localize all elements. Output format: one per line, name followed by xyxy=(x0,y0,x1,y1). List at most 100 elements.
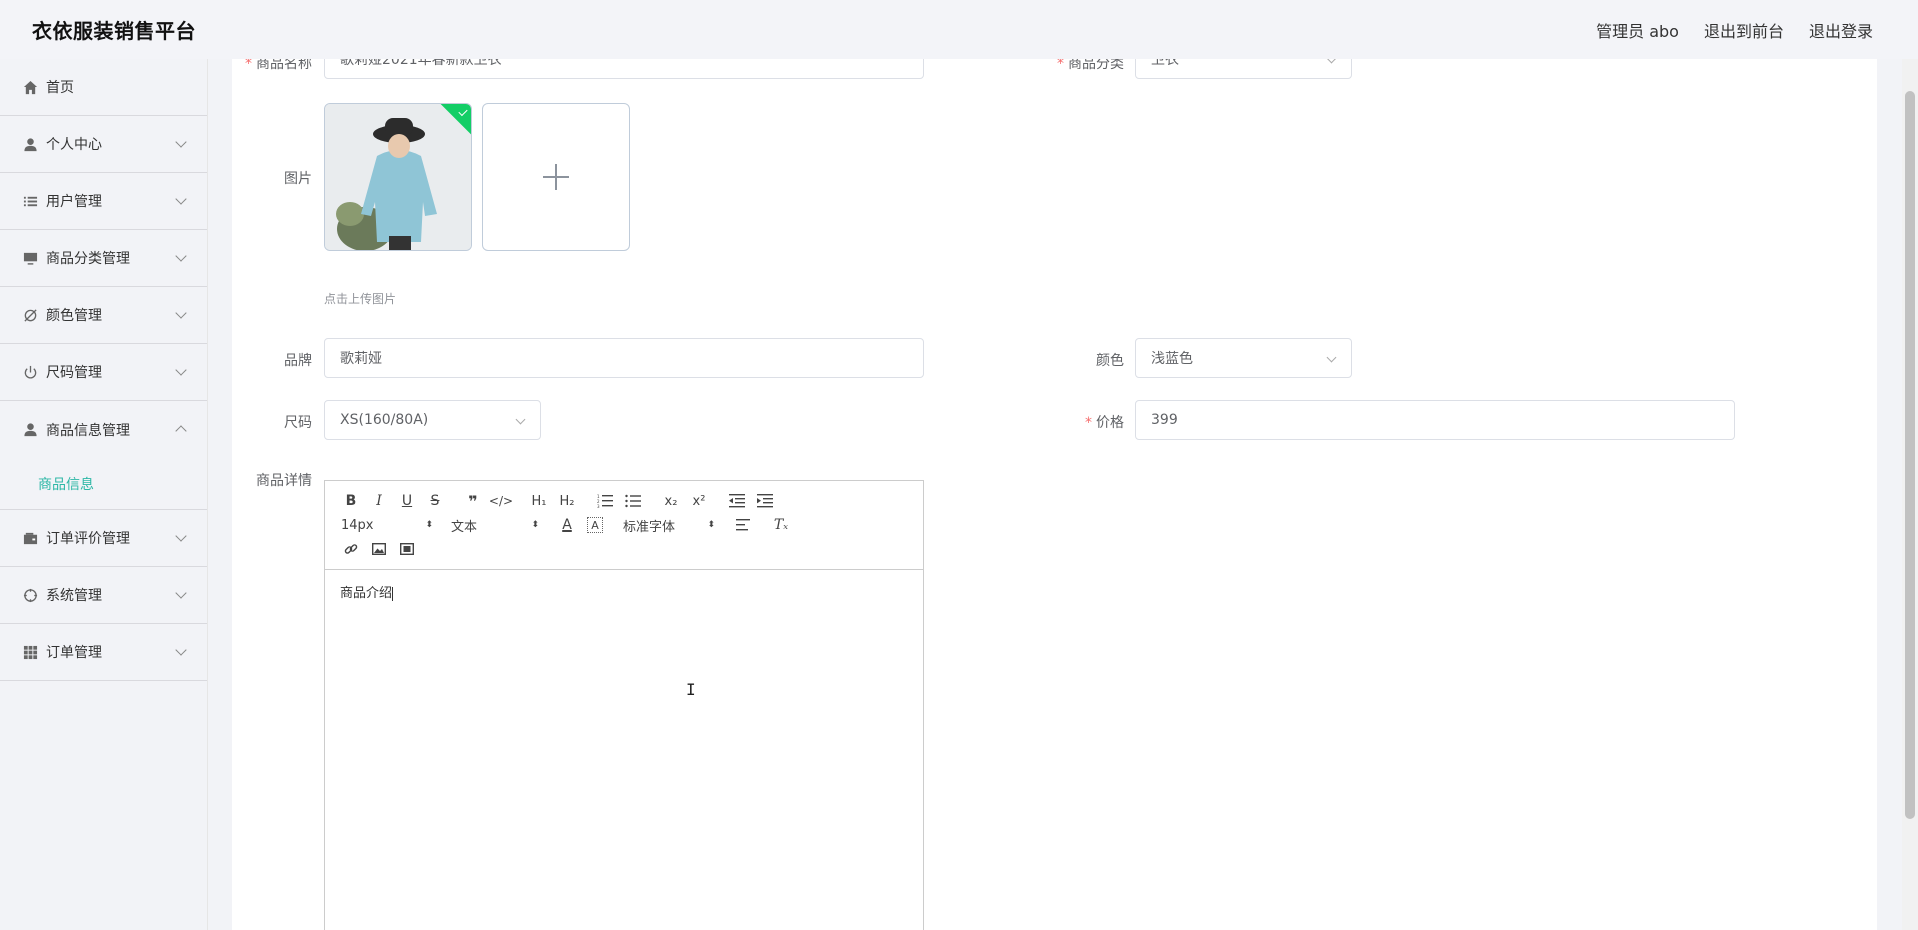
heading2-icon[interactable]: H₂ xyxy=(553,489,581,513)
header-select[interactable]: 文本 ⬍ xyxy=(447,513,543,537)
italic-icon[interactable]: I xyxy=(365,489,393,513)
plus-icon xyxy=(543,164,569,190)
background-color-icon[interactable]: A xyxy=(587,517,603,533)
detail-label: 商品详情 xyxy=(256,473,312,489)
monitor-icon xyxy=(22,250,38,266)
brand-label: 品牌 xyxy=(284,353,312,369)
updown-icon: ⬍ xyxy=(531,520,539,530)
sidebar-item-color-management[interactable]: 颜色管理 xyxy=(0,287,207,344)
svg-text:3: 3 xyxy=(597,504,600,508)
underline-icon[interactable]: U xyxy=(393,489,421,513)
price-label: * 价格 xyxy=(1085,415,1124,431)
page-scrollbar[interactable] xyxy=(1902,59,1918,930)
sidebar: 首页 个人中心 用户管理 商品分类管理 颜色管理 尺码管理 商品信息管理 商品信… xyxy=(0,59,208,930)
chevron-up-icon xyxy=(175,425,187,437)
link-icon[interactable] xyxy=(337,537,365,561)
bullet-list-icon[interactable] xyxy=(619,489,647,513)
editor-toolbar: B I U S ❞ </> H₁ H₂ 123 x₂ x² 14px ⬍ 文本 … xyxy=(325,481,923,570)
wallet-icon xyxy=(22,530,38,546)
color-select[interactable]: 浅蓝色 xyxy=(1135,338,1352,378)
product-form-card: * 商品名称 歌莉娅2021年春新款卫衣 * 商品分类 卫衣 图片 点击上传图片 品… xyxy=(232,59,1877,930)
chevron-down-icon xyxy=(1326,352,1337,363)
updown-icon: ⬍ xyxy=(707,520,715,530)
chevron-down-icon xyxy=(175,530,187,542)
price-input[interactable]: 399 xyxy=(1135,400,1735,440)
chevron-down-icon xyxy=(515,414,526,425)
product-category-select[interactable]: 卫衣 xyxy=(1135,59,1352,79)
chevron-down-icon xyxy=(175,307,187,319)
image-upload-button[interactable] xyxy=(482,103,630,251)
sidebar-item-home[interactable]: 首页 xyxy=(0,59,207,116)
chevron-down-icon xyxy=(1326,59,1337,64)
sidebar-item-product-info-management[interactable]: 商品信息管理 xyxy=(0,401,207,458)
sidebar-item-personal-center[interactable]: 个人中心 xyxy=(0,116,207,173)
grid-icon xyxy=(22,644,38,660)
product-category-label: * 商品分类 xyxy=(1057,59,1124,72)
heading1-icon[interactable]: H₁ xyxy=(525,489,553,513)
chevron-down-icon xyxy=(175,136,187,148)
sidebar-item-order-management[interactable]: 订单管理 xyxy=(0,624,207,681)
sidebar-item-category-management[interactable]: 商品分类管理 xyxy=(0,230,207,287)
sidebar-item-label: 系统管理 xyxy=(46,588,102,604)
sidebar-item-label: 商品信息管理 xyxy=(46,422,130,439)
ordered-list-icon[interactable]: 123 xyxy=(591,489,619,513)
font-size-select[interactable]: 14px ⬍ xyxy=(337,513,437,537)
sidebar-item-order-review-management[interactable]: 订单评价管理 xyxy=(0,510,207,567)
sidebar-item-label: 订单评价管理 xyxy=(46,531,130,547)
brand-input[interactable]: 歌莉娅 xyxy=(324,338,924,378)
subscript-icon[interactable]: x₂ xyxy=(657,489,685,513)
sidebar-item-size-management[interactable]: 尺码管理 xyxy=(0,344,207,401)
sidebar-item-label: 用户管理 xyxy=(46,194,102,210)
compass-icon xyxy=(22,587,38,603)
editor-content-area[interactable]: 商品介绍 xyxy=(325,570,923,613)
scrollbar-thumb[interactable] xyxy=(1905,91,1915,819)
sidebar-item-user-management[interactable]: 用户管理 xyxy=(0,173,207,230)
logout-link[interactable]: 退出登录 xyxy=(1809,18,1873,42)
sidebar-item-label: 商品分类管理 xyxy=(46,251,130,267)
rich-text-editor: B I U S ❞ </> H₁ H₂ 123 x₂ x² 14px ⬍ 文本 … xyxy=(324,480,924,930)
indent-icon[interactable] xyxy=(751,489,779,513)
upload-hint: 点击上传图片 xyxy=(324,292,397,306)
chevron-down-icon xyxy=(175,364,187,376)
header-actions: 管理员 abo 退出到前台 退出登录 xyxy=(1596,18,1873,42)
sidebar-item-system-management[interactable]: 系统管理 xyxy=(0,567,207,624)
font-color-icon[interactable]: A xyxy=(553,513,581,537)
sidebar-item-label: 首页 xyxy=(46,80,74,96)
color-label: 颜色 xyxy=(1096,353,1124,369)
code-block-icon[interactable]: </> xyxy=(487,489,515,513)
sidebar-subitem-label: 商品信息 xyxy=(38,476,94,493)
sidebar-item-label: 颜色管理 xyxy=(46,308,102,324)
video-icon[interactable] xyxy=(393,537,421,561)
font-family-select[interactable]: 标准字体 ⬍ xyxy=(619,513,719,537)
chevron-down-icon xyxy=(175,250,187,262)
home-icon xyxy=(22,79,38,95)
exit-to-front-link[interactable]: 退出到前台 xyxy=(1704,18,1784,42)
brand-title: 衣依服装销售平台 xyxy=(32,19,196,43)
sidebar-item-label: 尺码管理 xyxy=(46,365,102,381)
outdent-icon[interactable] xyxy=(723,489,751,513)
align-left-icon[interactable] xyxy=(729,513,757,537)
bold-icon[interactable]: B xyxy=(337,489,365,513)
strikethrough-icon[interactable]: S xyxy=(421,489,449,513)
product-name-label: * 商品名称 xyxy=(245,59,312,72)
color-off-icon xyxy=(22,307,38,323)
admin-user-label: 管理员 abo xyxy=(1596,21,1679,41)
chevron-down-icon xyxy=(175,644,187,656)
sidebar-subitem-product-info[interactable]: 商品信息 xyxy=(0,458,207,510)
product-name-input[interactable]: 歌莉娅2021年春新款卫衣 xyxy=(324,59,924,79)
sidebar-item-label: 个人中心 xyxy=(46,137,102,153)
editor-content-text: 商品介绍 xyxy=(340,586,393,601)
blockquote-icon[interactable]: ❞ xyxy=(459,489,487,513)
user-icon xyxy=(22,422,38,438)
list-icon xyxy=(22,193,38,209)
uploaded-product-image[interactable] xyxy=(324,103,472,251)
image-icon[interactable] xyxy=(365,537,393,561)
updown-icon: ⬍ xyxy=(425,520,433,530)
user-icon xyxy=(22,136,38,152)
size-select[interactable]: XS(160/80A) xyxy=(324,400,541,440)
image-label: 图片 xyxy=(284,171,312,187)
superscript-icon[interactable]: x² xyxy=(685,489,713,513)
text-caret xyxy=(392,586,394,601)
clear-format-icon[interactable]: Tₓ xyxy=(767,513,795,537)
hoodie-model-photo xyxy=(325,104,471,250)
